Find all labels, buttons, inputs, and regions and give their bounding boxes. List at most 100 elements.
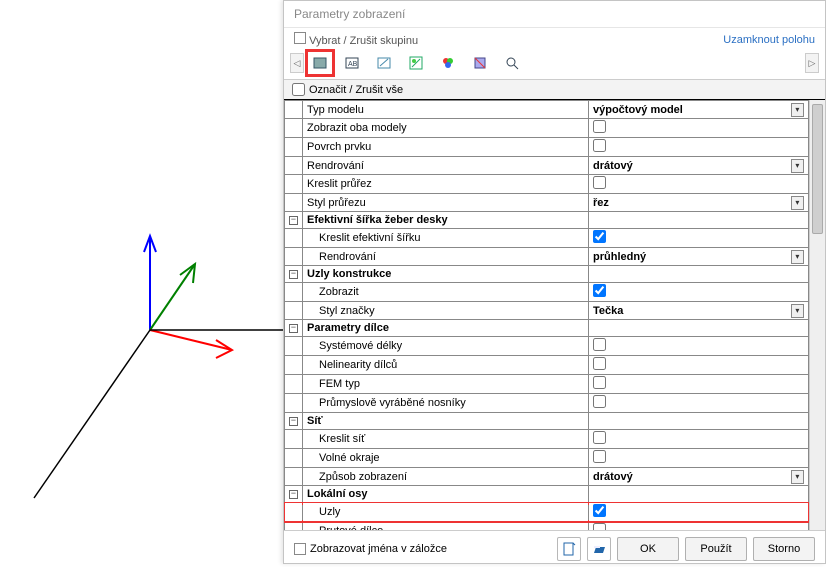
parameter-label: Rendrování bbox=[303, 248, 589, 266]
tree-expander bbox=[285, 101, 303, 119]
table-row[interactable]: Rendrovánídrátový▾ bbox=[285, 157, 809, 175]
parameter-checkbox[interactable] bbox=[593, 431, 606, 444]
load-settings-button[interactable] bbox=[587, 537, 611, 561]
table-row[interactable]: Systémové délky bbox=[285, 337, 809, 356]
tab-strip: AB bbox=[304, 51, 805, 75]
tab-structure[interactable] bbox=[307, 51, 333, 75]
tab-scroll-left[interactable]: ◁ bbox=[290, 53, 304, 73]
save-settings-button[interactable] bbox=[557, 537, 581, 561]
parameter-value[interactable]: řez▾ bbox=[589, 194, 809, 212]
tree-expander[interactable]: − bbox=[285, 320, 303, 337]
parameter-value[interactable] bbox=[589, 394, 809, 413]
table-row[interactable]: Způsob zobrazenídrátový▾ bbox=[285, 468, 809, 486]
parameter-value[interactable] bbox=[589, 503, 809, 522]
parameter-checkbox[interactable] bbox=[593, 450, 606, 463]
cancel-button[interactable]: Storno bbox=[753, 537, 815, 561]
chevron-down-icon[interactable]: ▾ bbox=[791, 103, 804, 117]
model-canvas[interactable] bbox=[0, 0, 283, 564]
tab-labels[interactable]: AB bbox=[339, 51, 365, 75]
table-row[interactable]: −Lokální osy bbox=[285, 486, 809, 503]
parameter-value[interactable]: drátový▾ bbox=[589, 157, 809, 175]
tree-expander bbox=[285, 503, 303, 522]
chevron-down-icon[interactable]: ▾ bbox=[791, 250, 804, 264]
parameter-checkbox[interactable] bbox=[593, 176, 606, 189]
table-row[interactable]: Prutové dílce bbox=[285, 522, 809, 531]
parameter-value[interactable] bbox=[589, 522, 809, 531]
table-row[interactable]: Styl značkyTečka▾ bbox=[285, 302, 809, 320]
chevron-down-icon[interactable]: ▾ bbox=[791, 470, 804, 484]
chevron-down-icon[interactable]: ▾ bbox=[791, 159, 804, 173]
table-row[interactable]: Rendrováníprůhledný▾ bbox=[285, 248, 809, 266]
scrollbar-thumb[interactable] bbox=[812, 104, 823, 234]
tab-colors[interactable] bbox=[435, 51, 461, 75]
table-row[interactable]: −Parametry dílce bbox=[285, 320, 809, 337]
parameter-label: Kreslit síť bbox=[303, 430, 589, 449]
table-row[interactable]: Povrch prvku bbox=[285, 138, 809, 157]
table-row[interactable]: Zobrazit oba modely bbox=[285, 119, 809, 138]
table-row[interactable]: Kreslit síť bbox=[285, 430, 809, 449]
parameter-checkbox[interactable] bbox=[593, 284, 606, 297]
parameter-value[interactable]: výpočtový model▾ bbox=[589, 101, 809, 119]
tab-view[interactable] bbox=[499, 51, 525, 75]
tree-expander[interactable]: − bbox=[285, 486, 303, 503]
parameter-label: Parametry dílce bbox=[303, 320, 589, 337]
tree-expander[interactable]: − bbox=[285, 413, 303, 430]
parameter-value[interactable] bbox=[589, 138, 809, 157]
chevron-down-icon[interactable]: ▾ bbox=[791, 304, 804, 318]
table-row[interactable]: Průmyslově vyráběné nosníky bbox=[285, 394, 809, 413]
table-row[interactable]: −Uzly konstrukce bbox=[285, 266, 809, 283]
parameter-value[interactable] bbox=[589, 283, 809, 302]
chevron-down-icon[interactable]: ▾ bbox=[791, 196, 804, 210]
tree-expander[interactable]: − bbox=[285, 266, 303, 283]
table-row[interactable]: Volné okraje bbox=[285, 449, 809, 468]
parameter-value[interactable] bbox=[589, 449, 809, 468]
ok-button[interactable]: OK bbox=[617, 537, 679, 561]
table-row[interactable]: FEM typ bbox=[285, 375, 809, 394]
parameter-checkbox[interactable] bbox=[593, 338, 606, 351]
select-group-checkbox[interactable] bbox=[294, 32, 306, 44]
mark-all-label: Označit / Zrušit vše bbox=[309, 84, 403, 96]
tab-loads[interactable] bbox=[403, 51, 429, 75]
table-row[interactable]: Kreslit efektivní šířku bbox=[285, 229, 809, 248]
parameter-value[interactable]: průhledný▾ bbox=[589, 248, 809, 266]
parameter-checkbox[interactable] bbox=[593, 230, 606, 243]
parameter-checkbox[interactable] bbox=[593, 504, 606, 517]
parameter-value[interactable] bbox=[589, 356, 809, 375]
tab-misc[interactable] bbox=[467, 51, 493, 75]
table-row[interactable]: Nelinearity dílců bbox=[285, 356, 809, 375]
table-row[interactable]: Kreslit průřez bbox=[285, 175, 809, 194]
parameter-value[interactable] bbox=[589, 229, 809, 248]
vertical-scrollbar[interactable] bbox=[809, 100, 825, 530]
tree-expander bbox=[285, 522, 303, 531]
table-row[interactable]: Typ modeluvýpočtový model▾ bbox=[285, 101, 809, 119]
parameter-label: Rendrování bbox=[303, 157, 589, 175]
parameter-value[interactable] bbox=[589, 375, 809, 394]
parameter-checkbox[interactable] bbox=[593, 120, 606, 133]
apply-button[interactable]: Použít bbox=[685, 537, 747, 561]
table-row[interactable]: −Efektivní šířka žeber desky bbox=[285, 212, 809, 229]
tree-expander[interactable]: − bbox=[285, 212, 303, 229]
parameter-checkbox[interactable] bbox=[593, 523, 606, 530]
svg-text:AB: AB bbox=[348, 61, 358, 68]
parameter-value[interactable] bbox=[589, 119, 809, 138]
parameter-checkbox[interactable] bbox=[593, 139, 606, 152]
tree-expander bbox=[285, 302, 303, 320]
parameter-checkbox[interactable] bbox=[593, 376, 606, 389]
mark-all-checkbox[interactable] bbox=[292, 83, 305, 96]
parameter-checkbox[interactable] bbox=[593, 357, 606, 370]
table-row[interactable]: Uzly bbox=[285, 503, 809, 522]
parameter-value[interactable]: Tečka▾ bbox=[589, 302, 809, 320]
tab-scroll-right[interactable]: ▷ bbox=[805, 53, 819, 73]
table-row[interactable]: Styl průřezuřez▾ bbox=[285, 194, 809, 212]
parameter-value[interactable] bbox=[589, 175, 809, 194]
tab-model[interactable] bbox=[371, 51, 397, 75]
parameter-checkbox[interactable] bbox=[593, 395, 606, 408]
parameter-label: Styl průřezu bbox=[303, 194, 589, 212]
parameter-value[interactable] bbox=[589, 337, 809, 356]
table-row[interactable]: −Síť bbox=[285, 413, 809, 430]
lock-position-link[interactable]: Uzamknout polohu bbox=[723, 34, 815, 46]
parameter-value[interactable] bbox=[589, 430, 809, 449]
parameter-value[interactable]: drátový▾ bbox=[589, 468, 809, 486]
table-row[interactable]: Zobrazit bbox=[285, 283, 809, 302]
show-names-checkbox[interactable] bbox=[294, 543, 306, 555]
